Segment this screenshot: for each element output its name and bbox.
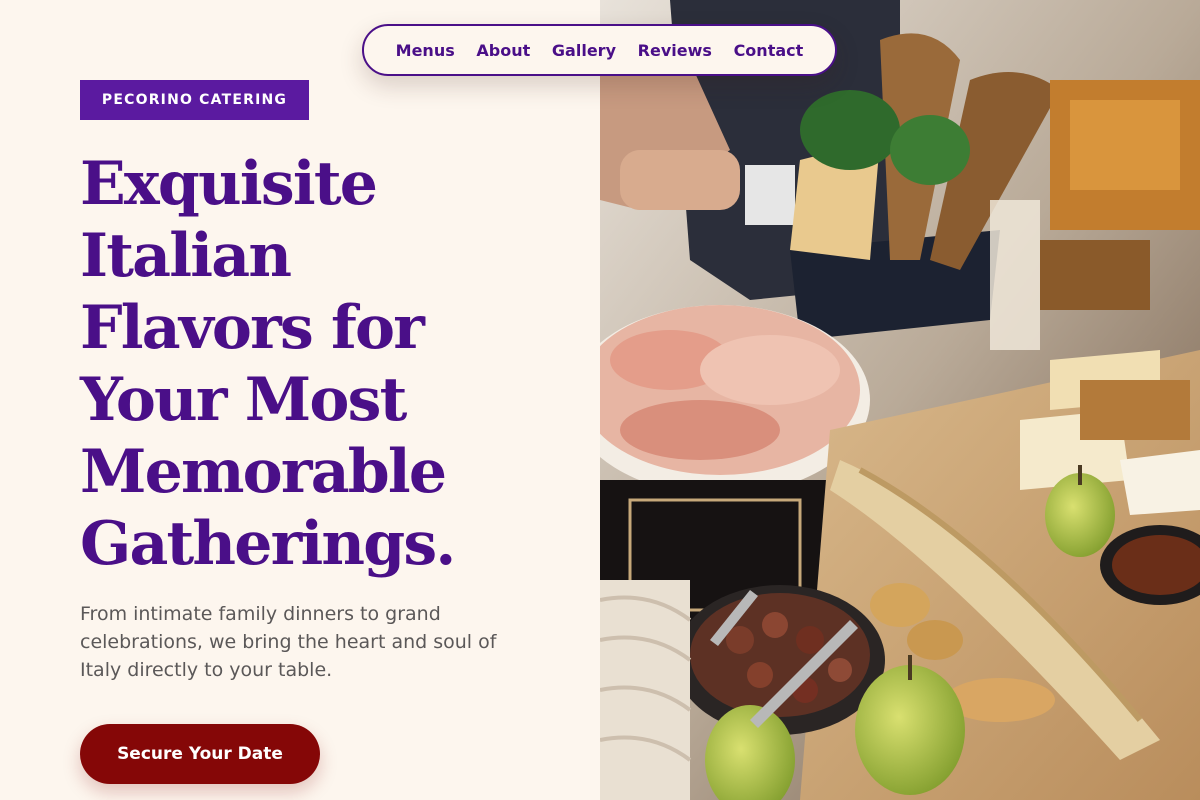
hero-content-panel: PECORINO CATERING Exquisite Italian Flav… (0, 0, 600, 800)
subtext-line: From intimate family dinners to grand (80, 603, 441, 625)
hero-subtext: From intimate family dinners to grand ce… (80, 600, 550, 684)
headline-line: Flavors for (80, 293, 425, 363)
nav-link-reviews[interactable]: Reviews (638, 41, 712, 60)
headline-line: Italian (80, 221, 292, 291)
subtext-line: celebrations, we bring the heart and sou… (80, 631, 497, 653)
nav-link-gallery[interactable]: Gallery (552, 41, 616, 60)
brand-badge: PECORINO CATERING (80, 80, 309, 120)
headline-line: Memorable (80, 437, 447, 507)
headline-line: Exquisite (80, 149, 378, 219)
headline-line: Your Most (80, 365, 407, 435)
nav-link-about[interactable]: About (476, 41, 530, 60)
nav-link-menus[interactable]: Menus (396, 41, 455, 60)
hero-headline: Exquisite Italian Flavors for Your Most … (80, 148, 590, 580)
catering-spread-photo (600, 0, 1200, 800)
secure-date-button[interactable]: Secure Your Date (80, 724, 320, 784)
headline-line: Gatherings. (80, 509, 456, 579)
nav-link-contact[interactable]: Contact (734, 41, 804, 60)
subtext-line: Italy directly to your table. (80, 659, 333, 681)
catering-spread-image (600, 0, 1200, 800)
main-nav: Menus About Gallery Reviews Contact (362, 24, 837, 76)
